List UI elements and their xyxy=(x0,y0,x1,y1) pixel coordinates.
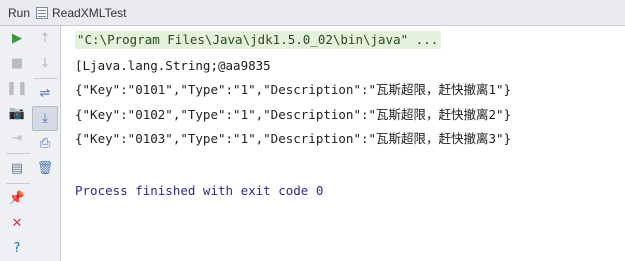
pin-button[interactable]: 📌 xyxy=(4,186,30,211)
run-toolbar: ▶ ■ ❚❚ 📷 ⇥ ▤ 📌 ✕? ↑ ↓ ⇌ ⤓ ⎙ 🗑 xyxy=(0,26,61,261)
toolbar-separator xyxy=(6,183,30,184)
dump-threads-icon: 📷 xyxy=(8,106,26,121)
help-icon: ? xyxy=(13,241,21,256)
scroll-to-end-button[interactable]: ⤓ xyxy=(32,106,58,131)
pause-button[interactable]: ❚❚ xyxy=(4,76,30,101)
pause-icon: ❚❚ xyxy=(6,81,28,96)
layout-icon: ▤ xyxy=(10,161,24,176)
exit-button[interactable]: ⇥ xyxy=(4,126,30,151)
pin-icon: 📌 xyxy=(8,191,26,206)
layout-button[interactable]: ▤ xyxy=(4,156,30,181)
toolbar-right-column: ↑ ↓ ⇌ ⤓ ⎙ 🗑 xyxy=(32,26,60,181)
stop-button[interactable]: ■ xyxy=(4,51,30,76)
trash-button[interactable]: 🗑 xyxy=(32,156,58,181)
scroll-to-end-icon: ⤓ xyxy=(42,111,48,126)
down-arrow-button[interactable]: ↓ xyxy=(32,51,58,76)
soft-wrap-button[interactable]: ⇌ xyxy=(32,81,58,106)
console-line-2: {"Key":"0101","Type":"1","Description":"… xyxy=(75,82,512,97)
help-button[interactable]: ? xyxy=(4,236,30,261)
run-label: Run xyxy=(8,5,31,20)
console-line-1: [Ljava.lang.String;@aa9835 xyxy=(75,58,271,73)
toolbar-separator xyxy=(34,78,58,79)
exit-message: Process finished with exit code 0 xyxy=(75,183,324,198)
print-icon: ⎙ xyxy=(39,136,51,151)
close-button[interactable]: ✕ xyxy=(4,211,30,236)
run-config-tab[interactable]: ReadXMLTest xyxy=(52,6,126,20)
run-config-icon xyxy=(36,6,49,19)
up-arrow-button[interactable]: ↑ xyxy=(32,26,58,51)
up-arrow-icon: ↑ xyxy=(39,31,51,46)
exit-icon: ⇥ xyxy=(11,131,23,146)
stop-icon: ■ xyxy=(10,56,24,71)
print-button[interactable]: ⎙ xyxy=(32,131,58,156)
command-line: "C:\Program Files\Java\jdk1.5.0_02\bin\j… xyxy=(75,31,442,49)
console-output[interactable]: "C:\Program Files\Java\jdk1.5.0_02\bin\j… xyxy=(61,26,625,261)
trash-icon: 🗑 xyxy=(36,161,54,176)
run-tool-window-header: Run ReadXMLTest xyxy=(0,0,625,26)
soft-wrap-icon: ⇌ xyxy=(39,86,51,101)
down-arrow-icon: ↓ xyxy=(39,56,51,71)
console-line-3: {"Key":"0102","Type":"1","Description":"… xyxy=(75,107,512,122)
toolbar-separator xyxy=(6,153,30,154)
console-line-4: {"Key":"0103","Type":"1","Description":"… xyxy=(75,131,512,146)
rerun-icon: ▶ xyxy=(12,31,22,46)
close-icon: ✕ xyxy=(11,216,23,231)
toolbar-left-column: ▶ ■ ❚❚ 📷 ⇥ ▤ 📌 ✕? xyxy=(4,26,32,261)
rerun-button[interactable]: ▶ xyxy=(4,26,30,51)
dump-threads-button[interactable]: 📷 xyxy=(4,101,30,126)
